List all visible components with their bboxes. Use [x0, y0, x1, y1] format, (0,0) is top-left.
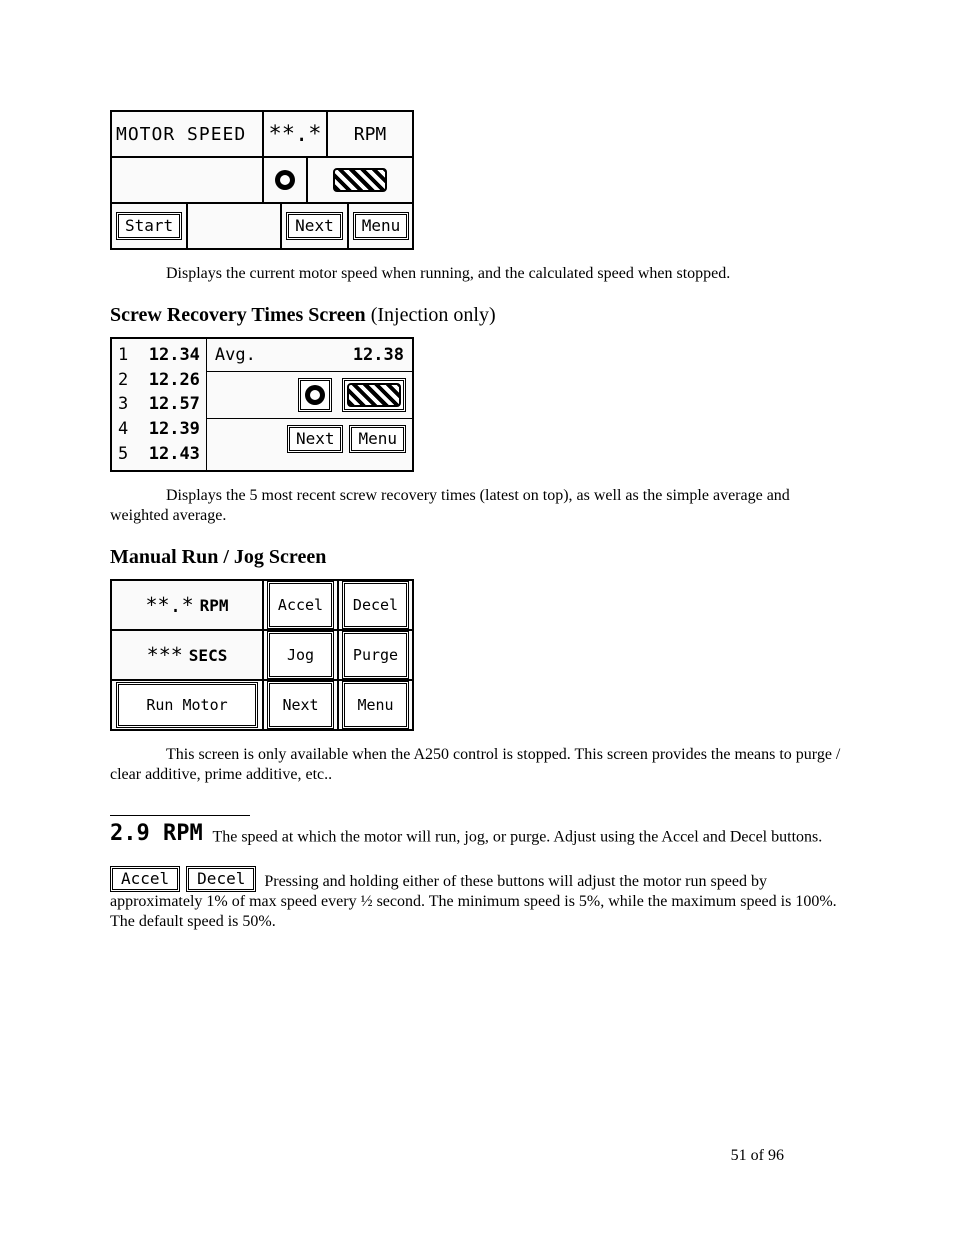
rpm-paragraph-text: The speed at which the motor will run, j…	[212, 829, 822, 846]
heading-bold: Screw Recovery Times Screen	[110, 304, 371, 326]
list-item: 2 12.26	[118, 368, 200, 393]
rpm-callout: 2.9 RPM	[110, 820, 203, 848]
settings-button[interactable]	[298, 378, 332, 412]
divider	[110, 815, 250, 816]
menu-button-cell: Menu	[349, 204, 414, 248]
recovery-list: 1 12.34 2 12.26 3 12.57 4 12.39 5 12.43	[112, 339, 207, 470]
rpm-paragraph: 2.9 RPM The speed at which the motor wil…	[110, 820, 844, 848]
gear-icon	[275, 170, 295, 190]
gear-icon	[305, 385, 325, 405]
purge-button[interactable]: Purge	[342, 631, 409, 679]
contrast-button[interactable]	[342, 378, 406, 412]
menu-button[interactable]: Menu	[342, 681, 409, 729]
jog-caption: This screen is only available when the A…	[110, 745, 844, 785]
jog-secs-readout: *** SECS	[112, 631, 264, 679]
page-number: 51 of 96	[731, 1147, 784, 1165]
jog-button[interactable]: Jog	[267, 631, 334, 679]
jog-rpm-readout: **.* RPM	[112, 581, 264, 629]
hatch-icon	[347, 383, 401, 407]
jog-panel: **.* RPM Accel Decel *** SECS Jog Purge …	[110, 579, 414, 731]
next-button[interactable]: Next	[286, 212, 343, 240]
screw-recovery-panel: 1 12.34 2 12.26 3 12.57 4 12.39 5 12.43 …	[110, 337, 414, 472]
avg-value: 12.38	[353, 345, 404, 365]
avg-label: Avg.	[215, 345, 256, 365]
menu-button[interactable]: Menu	[349, 425, 406, 453]
list-item: 1 12.34	[118, 343, 200, 368]
jog-secs-unit: SECS	[189, 646, 228, 665]
contrast-button[interactable]	[308, 158, 412, 202]
menu-button[interactable]: Menu	[353, 212, 410, 240]
motor-speed-label: MOTOR SPEED	[112, 112, 264, 156]
decel-button[interactable]: Decel	[342, 581, 409, 629]
recovery-right: Avg. 12.38 Next Menu	[207, 339, 412, 470]
run-motor-button[interactable]: Run Motor	[116, 682, 258, 728]
inline-accel-decel: Accel Decel	[110, 866, 256, 892]
decel-button[interactable]: Decel	[186, 866, 256, 892]
start-button-cell: Start	[112, 204, 188, 248]
motor-speed-unit: RPM	[328, 112, 412, 156]
next-button-cell: Next	[280, 204, 349, 248]
list-item: 5 12.43	[118, 442, 200, 467]
spacer	[188, 204, 280, 248]
hatch-icon	[333, 168, 387, 192]
jog-rpm-value: **.*	[145, 593, 193, 617]
motor-speed-value: **.*	[264, 112, 328, 156]
settings-button[interactable]	[264, 158, 308, 202]
list-item: 3 12.57	[118, 392, 200, 417]
accel-button[interactable]: Accel	[110, 866, 180, 892]
start-button[interactable]: Start	[116, 212, 182, 240]
next-button[interactable]: Next	[267, 681, 334, 729]
recovery-caption: Displays the 5 most recent screw recover…	[110, 486, 844, 526]
list-item: 4 12.39	[118, 417, 200, 442]
jog-rpm-unit: RPM	[200, 596, 229, 615]
blank-cell	[112, 158, 264, 202]
jog-secs-value: ***	[147, 643, 183, 667]
jog-heading: Manual Run / Jog Screen	[110, 546, 844, 569]
recovery-buttons: Next Menu	[207, 418, 412, 459]
accel-button[interactable]: Accel	[267, 581, 334, 629]
next-button[interactable]: Next	[287, 425, 344, 453]
motor-speed-panel: MOTOR SPEED **.* RPM Start Next Menu	[110, 110, 414, 250]
recovery-icons	[207, 371, 412, 418]
motor-caption: Displays the current motor speed when ru…	[110, 264, 844, 284]
recovery-average: Avg. 12.38	[207, 339, 412, 371]
screw-recovery-heading: Screw Recovery Times Screen (Injection o…	[110, 304, 844, 327]
heading-qualifier: (Injection only)	[371, 304, 496, 326]
accel-decel-paragraph: Accel Decel Pressing and holding either …	[110, 866, 844, 932]
